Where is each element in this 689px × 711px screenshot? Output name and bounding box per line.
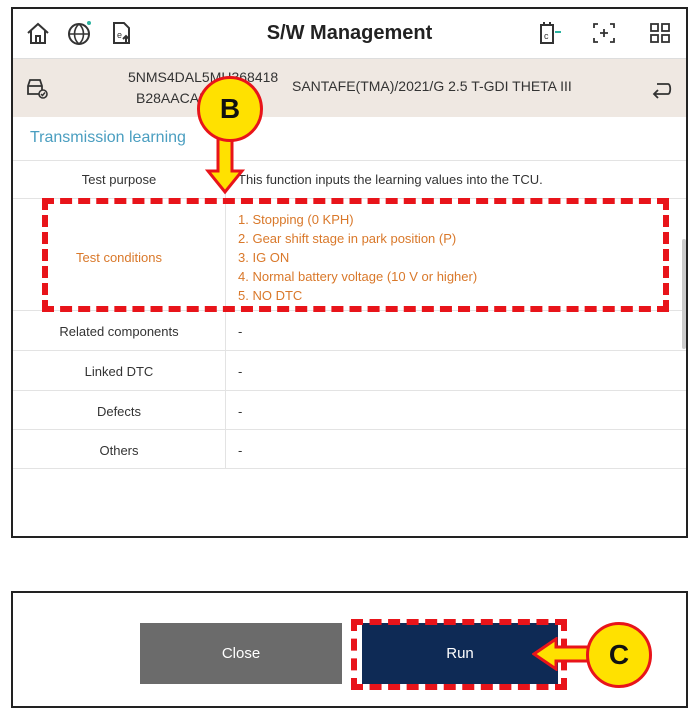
row-value: -	[225, 351, 242, 390]
row-label: Related components	[59, 324, 179, 339]
table-row: Defects -	[13, 390, 686, 429]
return-icon[interactable]	[651, 78, 673, 100]
row-value: -	[225, 391, 242, 429]
vehicle-check-icon	[27, 79, 48, 99]
arrow-down-icon	[205, 135, 245, 195]
vehicle-info-bar: 5NMS4DAL5MH368418 B28AACA5 001F SANTAFE(…	[13, 59, 686, 117]
page-title: S/W Management	[266, 22, 433, 44]
row-label: Defects	[96, 404, 142, 419]
row-value: -	[225, 311, 242, 350]
table-row: Test purpose This function inputs the le…	[13, 160, 686, 198]
conditions-highlight-box	[42, 198, 669, 312]
scrollbar[interactable]	[682, 239, 686, 349]
row-label: Linked DTC	[84, 364, 154, 379]
close-button[interactable]: Close	[140, 623, 342, 684]
callout-c: C	[586, 622, 652, 688]
row-value-text: -	[238, 443, 243, 458]
top-bar: e S/W Management c	[13, 9, 686, 59]
row-value-text: -	[238, 404, 243, 419]
table-row: Others -	[13, 429, 686, 469]
row-value: This function inputs the learning values…	[225, 161, 543, 198]
row-label: Test purpose	[81, 172, 157, 187]
vehicle-model: SANTAFE(TMA)/2021/G 2.5 T-GDI THETA III	[292, 78, 572, 94]
table-row: Linked DTC -	[13, 350, 686, 390]
screen-capture-icon[interactable]	[591, 20, 617, 46]
row-label: Others	[99, 443, 139, 458]
row-value: -	[225, 430, 242, 468]
vin-line-1: 5NMS4DAL5MH368418	[128, 69, 279, 85]
arrow-left-icon	[532, 637, 590, 671]
row-value-text: -	[238, 324, 243, 339]
section-title: Transmission learning	[30, 129, 186, 146]
callout-b: B	[197, 76, 263, 142]
row-value-text: This function inputs the learning values…	[238, 172, 543, 187]
svg-text:c: c	[544, 31, 549, 41]
grid-menu-icon[interactable]	[647, 20, 673, 46]
row-value-text: -	[238, 364, 243, 379]
table-row: Related components -	[13, 310, 686, 350]
connector-icon[interactable]: c	[536, 20, 562, 46]
